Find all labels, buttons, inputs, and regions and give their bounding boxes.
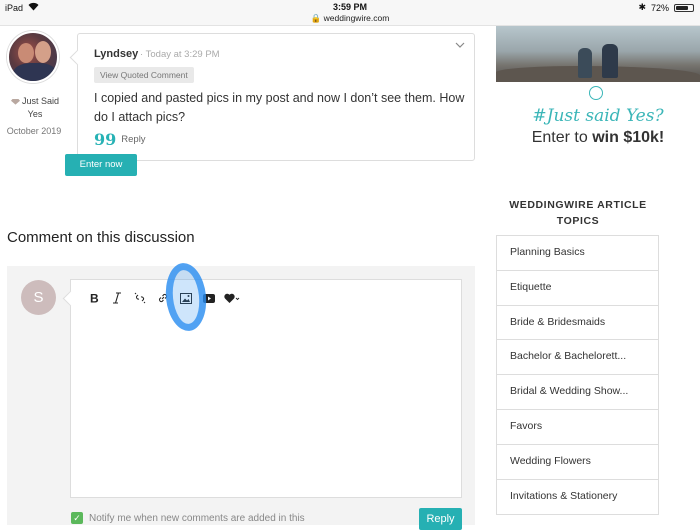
battery-icon xyxy=(674,3,694,12)
unlink-icon[interactable] xyxy=(128,289,151,307)
author-badge: Just Said Yes xyxy=(5,95,65,121)
enter-now-button[interactable]: Enter now xyxy=(65,154,137,176)
notify-option[interactable]: ✓ Notify me when new comments are added … xyxy=(71,512,305,524)
post-timestamp: · Today at 3:29 PM xyxy=(140,49,220,60)
ad-headline-prefix: Enter to xyxy=(531,129,588,146)
quote-icon: 99 xyxy=(94,129,117,149)
author-joined-date: October 2019 xyxy=(6,126,62,136)
topic-item[interactable]: Etiquette xyxy=(497,271,658,306)
address-bar[interactable]: 🔒 weddingwire.com xyxy=(0,13,700,24)
post-card: Lyndsey · Today at 3:29 PM View Quoted C… xyxy=(77,33,475,161)
topic-item[interactable]: Bachelor & Bachelorett... xyxy=(497,340,658,376)
topic-item[interactable]: Invitations & Stationery xyxy=(497,480,658,515)
status-bar: iPad 3:59 PM 🔒 weddingwire.com ✱ 72% xyxy=(0,0,700,26)
view-quoted-comment-button[interactable]: View Quoted Comment xyxy=(94,67,194,83)
comment-editor[interactable]: B xyxy=(70,279,462,498)
lock-icon: 🔒 xyxy=(310,13,322,23)
topics-title: WEDDINGWIRE ARTICLE TOPICS xyxy=(509,199,647,227)
topic-item[interactable]: Favors xyxy=(497,410,658,445)
topic-item[interactable]: Bridal & Wedding Show... xyxy=(497,375,658,410)
post-body: I copied and pasted pics in my post and … xyxy=(94,91,465,124)
user-avatar: S xyxy=(21,280,56,315)
battery-percent: 72% xyxy=(650,2,669,13)
svg-text:B: B xyxy=(90,292,99,304)
topic-item[interactable]: Planning Basics xyxy=(497,236,658,271)
comment-heading: Comment on this discussion xyxy=(7,229,195,246)
topic-list: Planning Basics Etiquette Bride & Bridesma… xyxy=(496,235,659,516)
topic-item[interactable]: Wedding Flowers xyxy=(497,445,658,480)
ad-headline-bold: win $10k! xyxy=(592,129,665,146)
ring-logo-icon xyxy=(589,86,603,100)
post-author[interactable]: Lyndsey xyxy=(94,48,138,60)
editor-toolbar: B xyxy=(82,289,243,307)
reply-link[interactable]: 99 Reply xyxy=(94,129,146,149)
notify-label: Notify me when new comments are added in… xyxy=(89,512,305,524)
bold-icon[interactable]: B xyxy=(82,289,105,307)
url-text: weddingwire.com xyxy=(323,13,390,23)
status-right: ✱ 72% xyxy=(638,2,694,13)
author-avatar[interactable] xyxy=(7,31,59,83)
reply-label: Reply xyxy=(121,134,146,145)
ad-photo xyxy=(496,26,700,82)
bluetooth-icon: ✱ xyxy=(638,2,646,12)
clock: 3:59 PM xyxy=(332,2,367,12)
badge-label: Just Said Yes xyxy=(21,96,60,119)
ad-tagline: #Just said Yes? xyxy=(532,106,664,126)
notify-checkbox[interactable]: ✓ xyxy=(71,512,83,524)
italic-icon[interactable] xyxy=(105,289,128,307)
heart-icon[interactable] xyxy=(220,289,243,307)
ad-headline: Enter to win $10k! xyxy=(496,129,700,147)
sidebar-ad[interactable]: #Just said Yes? Enter to win $10k! xyxy=(496,26,700,186)
topic-item[interactable]: Bride & Bridesmaids xyxy=(497,306,658,341)
chevron-down-icon[interactable] xyxy=(455,40,465,51)
diamond-icon xyxy=(10,98,20,105)
reply-button[interactable]: Reply xyxy=(419,508,462,530)
